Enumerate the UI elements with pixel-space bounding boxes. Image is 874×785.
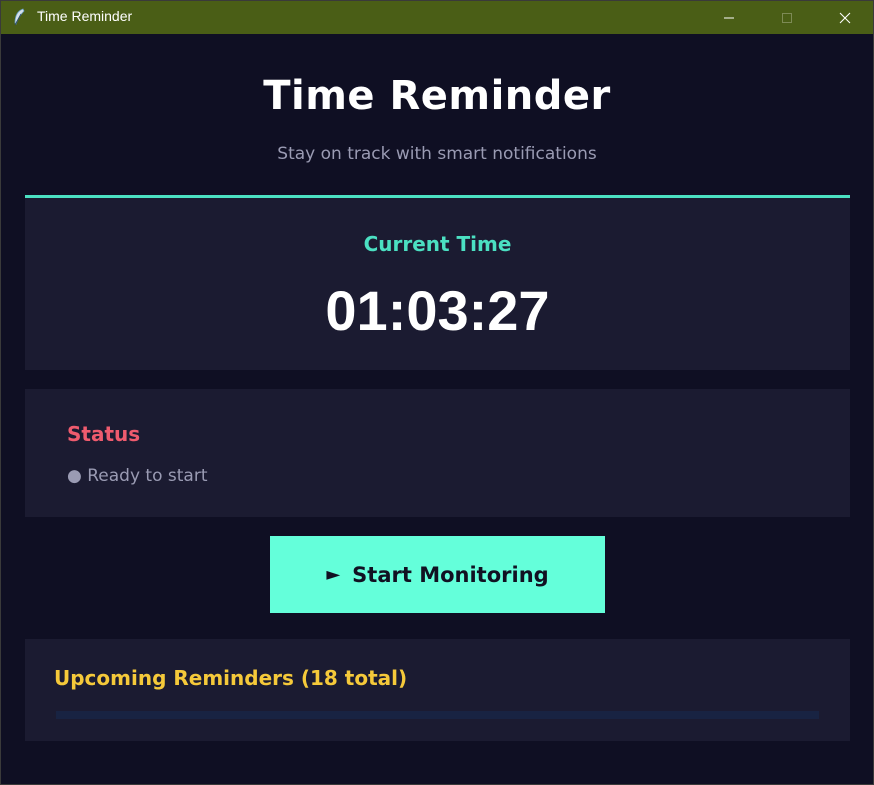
close-icon	[839, 12, 851, 23]
status-title: Status	[67, 422, 141, 446]
start-monitoring-label: Start Monitoring	[352, 562, 549, 587]
minimize-button[interactable]	[700, 1, 758, 34]
status-text: ● Ready to start	[67, 466, 208, 486]
feather-icon	[14, 8, 25, 26]
window-title: Time Reminder	[37, 8, 133, 24]
start-monitoring-button[interactable]: ► Start Monitoring	[270, 536, 605, 613]
title-bar[interactable]: Time Reminder	[1, 1, 873, 34]
app-subtitle: Stay on track with smart notifications	[277, 144, 597, 164]
status-card: Status ● Ready to start	[25, 389, 850, 517]
reminders-list[interactable]	[56, 711, 819, 719]
app-title: Time Reminder	[263, 73, 611, 119]
maximize-button[interactable]	[758, 1, 816, 34]
close-button[interactable]	[816, 1, 873, 34]
current-time-value: 01:03:27	[325, 279, 550, 342]
current-time-card: Current Time 01:03:27	[25, 195, 850, 370]
upcoming-reminders-title: Upcoming Reminders (18 total)	[54, 666, 408, 690]
upcoming-reminders-card: Upcoming Reminders (18 total)	[25, 639, 850, 741]
minimize-icon	[724, 17, 734, 18]
maximize-icon	[782, 12, 792, 23]
play-icon: ►	[326, 564, 341, 585]
current-time-label: Current Time	[363, 232, 512, 256]
app-window: Time Reminder Time Reminder Stay on trac…	[0, 0, 874, 785]
